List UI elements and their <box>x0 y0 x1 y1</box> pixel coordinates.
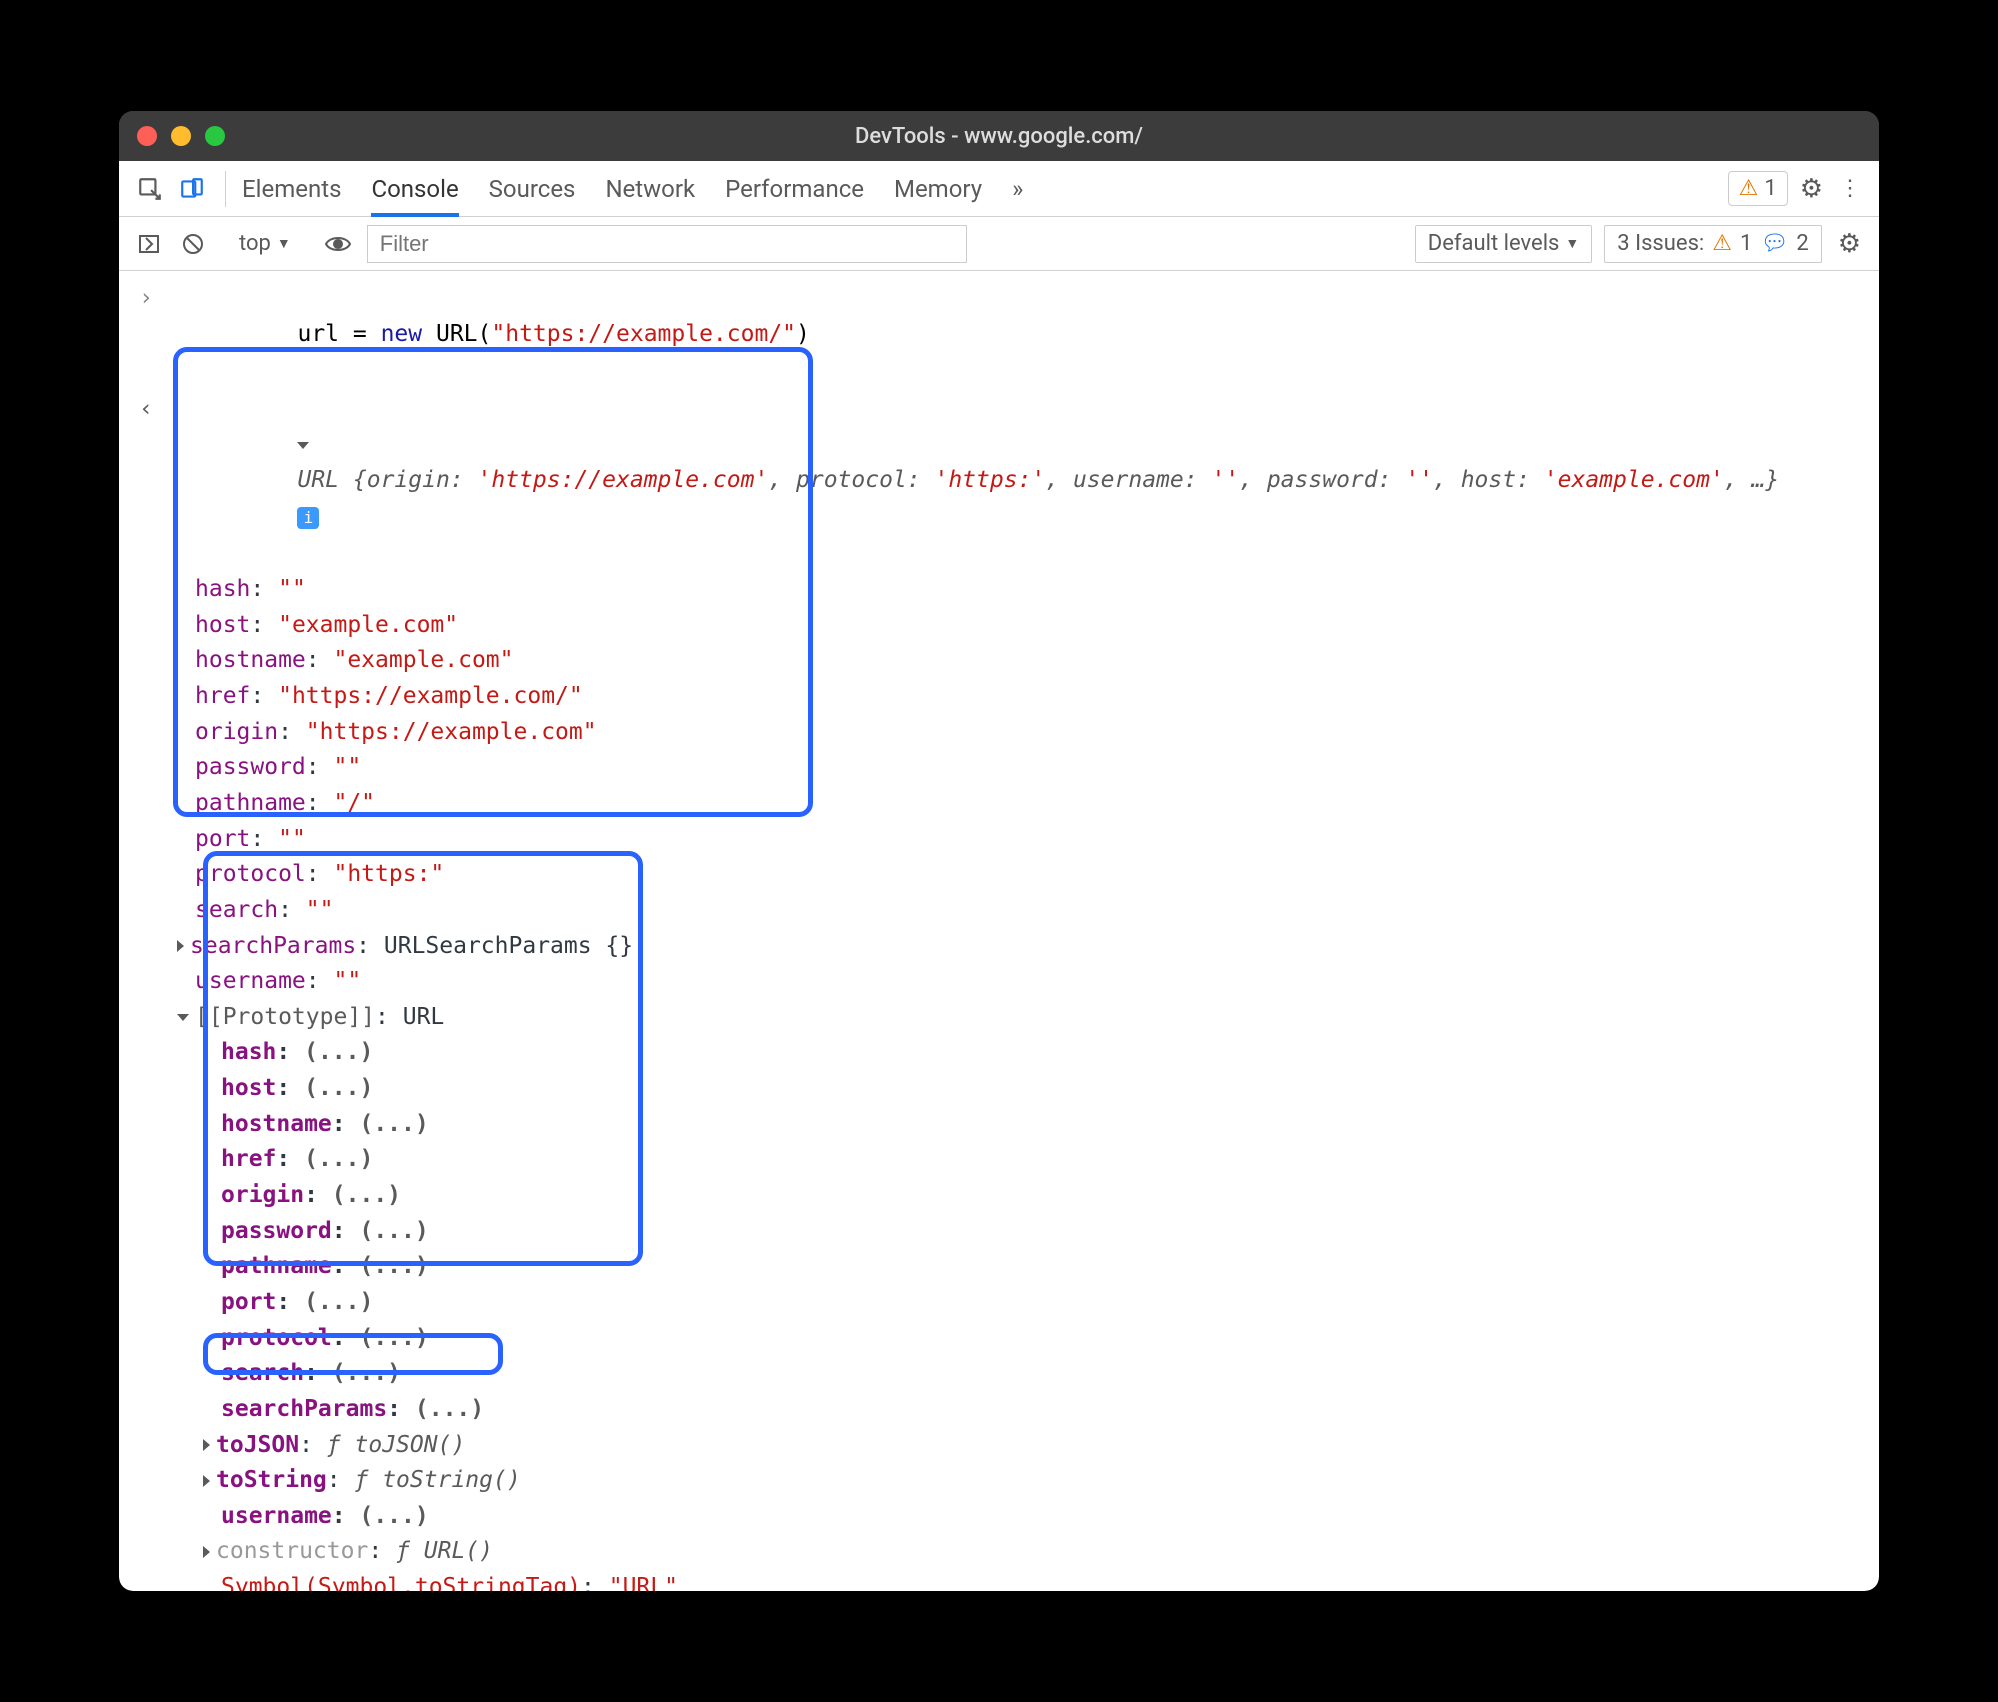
panel-tabs: Elements Console Sources Network Perform… <box>242 175 1023 203</box>
console-result-row[interactable]: ‹ URL {origin: 'https://example.com', pr… <box>119 390 1879 572</box>
proto-property-row[interactable]: username: (...) <box>119 1499 1879 1535</box>
minimize-icon[interactable] <box>171 126 191 146</box>
issues-summary[interactable]: 3 Issues: ⚠︎ 1 💬︎ 2 <box>1604 225 1821 263</box>
filter-input[interactable] <box>367 225 967 263</box>
console-settings-icon[interactable]: ⚙ <box>1834 225 1865 263</box>
property-row[interactable]: host: "example.com" <box>119 608 1879 644</box>
property-row[interactable]: hash: "" <box>119 572 1879 608</box>
property-row[interactable]: href: "https://example.com/" <box>119 679 1879 715</box>
zoom-icon[interactable] <box>205 126 225 146</box>
proto-method-row[interactable]: toJSON: ƒ toJSON() <box>119 1428 1879 1464</box>
proto-property-row[interactable]: protocol: (...) <box>119 1321 1879 1357</box>
tab-network[interactable]: Network <box>605 175 695 217</box>
proto-property-row[interactable]: href: (...) <box>119 1142 1879 1178</box>
log-levels-selector[interactable]: Default levels ▼ <box>1415 225 1592 263</box>
console-input-row: › url = new URL("https://example.com/") <box>119 279 1879 390</box>
code-string: "https://example.com/" <box>491 321 796 347</box>
live-expression-icon[interactable] <box>321 231 355 257</box>
proto-property-row[interactable]: origin: (...) <box>119 1178 1879 1214</box>
window-title: DevTools - www.google.com/ <box>119 124 1879 149</box>
expand-icon[interactable] <box>177 940 184 952</box>
proto-property-row[interactable]: searchParams: (...) <box>119 1392 1879 1428</box>
property-row[interactable]: password: "" <box>119 750 1879 786</box>
devtools-window: DevTools - www.google.com/ Elements Cons… <box>119 111 1879 1591</box>
proto-property-row[interactable]: host: (...) <box>119 1071 1879 1107</box>
proto-property-row[interactable]: Symbol(Symbol.toStringTag): "URL" <box>119 1570 1879 1591</box>
code-token: URL( <box>422 321 491 347</box>
expand-icon[interactable] <box>177 1014 189 1021</box>
kebab-icon[interactable]: ⋮ <box>1835 172 1865 205</box>
message-icon: 💬︎ <box>1760 231 1788 256</box>
property-row[interactable]: searchParams: URLSearchParams {} <box>119 929 1879 965</box>
expand-icon[interactable] <box>203 1546 210 1558</box>
proto-property-row[interactable]: hash: (...) <box>119 1035 1879 1071</box>
main-toolbar: Elements Console Sources Network Perform… <box>119 161 1879 217</box>
clear-console-icon[interactable] <box>177 228 209 260</box>
inspect-icon[interactable] <box>133 172 167 206</box>
issues-label: 3 Issues: <box>1617 231 1704 256</box>
property-row[interactable]: search: "" <box>119 893 1879 929</box>
console-toolbar: top ▼ Default levels ▼ 3 Issues: ⚠︎ 1 💬︎… <box>119 217 1879 271</box>
device-mode-icon[interactable] <box>175 172 209 206</box>
tab-elements[interactable]: Elements <box>242 175 341 217</box>
warn-icon: ⚠︎ <box>1739 176 1759 201</box>
toolbar-issue-count-value: 1 <box>1764 176 1776 201</box>
code-token: url = <box>297 321 380 347</box>
proto-property-row[interactable]: port: (...) <box>119 1285 1879 1321</box>
tab-performance[interactable]: Performance <box>725 175 864 217</box>
titlebar: DevTools - www.google.com/ <box>119 111 1879 161</box>
info-icon[interactable]: i <box>297 507 319 529</box>
context-selector[interactable]: top ▼ <box>233 231 297 256</box>
property-row[interactable]: username: "" <box>119 964 1879 1000</box>
issues-warn-count: 1 <box>1740 231 1752 256</box>
proto-property-row[interactable]: hostname: (...) <box>119 1107 1879 1143</box>
proto-property-row[interactable]: pathname: (...) <box>119 1249 1879 1285</box>
tab-overflow[interactable]: » <box>1012 175 1023 217</box>
tab-console[interactable]: Console <box>371 175 458 217</box>
issues-msg-count: 2 <box>1796 231 1808 256</box>
code-keyword: new <box>381 321 423 347</box>
settings-icon[interactable]: ⚙ <box>1796 170 1827 208</box>
code-token: ) <box>796 321 810 347</box>
prototype-row[interactable]: [[Prototype]]: URL <box>119 1000 1879 1036</box>
sidebar-toggle-icon[interactable] <box>133 228 165 260</box>
toolbar-issue-count[interactable]: ⚠︎ 1 <box>1728 171 1788 206</box>
result-arrow-icon: ‹ <box>133 392 159 428</box>
console-body[interactable]: › url = new URL("https://example.com/") … <box>119 271 1879 1591</box>
close-icon[interactable] <box>137 126 157 146</box>
proto-method-row[interactable]: toString: ƒ toString() <box>119 1463 1879 1499</box>
property-row[interactable]: protocol: "https:" <box>119 857 1879 893</box>
property-row[interactable]: port: "" <box>119 822 1879 858</box>
property-row[interactable]: pathname: "/" <box>119 786 1879 822</box>
tab-sources[interactable]: Sources <box>489 175 576 217</box>
proto-method-row[interactable]: constructor: ƒ URL() <box>119 1534 1879 1570</box>
proto-property-row[interactable]: search: (...) <box>119 1356 1879 1392</box>
input-prompt-icon: › <box>133 281 159 317</box>
context-selector-label: top <box>239 231 271 256</box>
property-row[interactable]: hostname: "example.com" <box>119 643 1879 679</box>
expand-icon[interactable] <box>297 442 309 449</box>
warn-icon: ⚠︎ <box>1712 231 1732 256</box>
property-row[interactable]: origin: "https://example.com" <box>119 715 1879 751</box>
object-summary[interactable]: URL {origin: 'https://example.com', prot… <box>297 467 1779 493</box>
proto-property-row[interactable]: password: (...) <box>119 1214 1879 1250</box>
tab-memory[interactable]: Memory <box>894 175 982 217</box>
expand-icon[interactable] <box>203 1475 210 1487</box>
expand-icon[interactable] <box>203 1439 210 1451</box>
log-levels-label: Default levels <box>1428 231 1560 256</box>
window-controls <box>137 126 225 146</box>
